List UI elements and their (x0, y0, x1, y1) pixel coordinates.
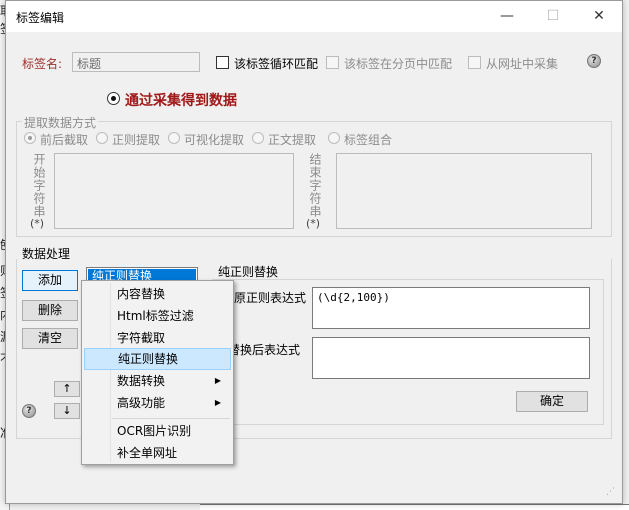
extract-option-label: 正文提取 (268, 133, 317, 147)
menu-item-data-convert[interactable]: 数据转换 ▶ (84, 370, 231, 392)
move-down-button[interactable]: ↓ (54, 403, 80, 419)
minimize-button[interactable]: — (484, 5, 530, 27)
clear-button[interactable]: 清空 (22, 328, 78, 349)
source-regex-value: (\d{2,100}) (317, 291, 390, 304)
submenu-arrow-icon: ▶ (214, 376, 221, 385)
replace-regex-label: 替换后表达式 (228, 343, 301, 357)
extract-option-radio (96, 132, 108, 144)
extract-option-radio (328, 132, 340, 144)
end-required-mark: (*) (306, 217, 321, 230)
menu-item-content-replace[interactable]: 内容替换 (84, 283, 231, 305)
extract-option-radio (252, 132, 264, 144)
help-icon[interactable]: ? (587, 54, 601, 68)
extract-option-label: 可视化提取 (184, 133, 245, 147)
maximize-button: ☐ (546, 8, 560, 24)
menu-item-advanced[interactable]: 高级功能 ▶ (84, 392, 231, 414)
loop-match-label: 该标签循环匹配 (234, 57, 319, 71)
tag-name-value: 标题 (77, 57, 102, 71)
start-required-mark: (*) (30, 217, 45, 230)
delete-button[interactable]: 删除 (22, 300, 78, 321)
end-string-text: 结束字符串 (308, 153, 322, 218)
end-string-label: 结束字符串 (308, 153, 322, 218)
source-regex-input[interactable]: (\d{2,100}) (312, 287, 590, 329)
paging-match-label: 该标签在分页中匹配 (344, 57, 453, 71)
tag-name-label: 标签名: (22, 57, 63, 71)
title-bar: 标签编辑 — ☐ ✕ (6, 1, 622, 32)
dialog-title: 标签编辑 (16, 11, 65, 25)
resize-grip-icon[interactable]: ⋰ (606, 488, 618, 501)
menu-item-ocr[interactable]: OCR图片识别 (84, 420, 231, 442)
extract-option-label: 正则提取 (112, 133, 161, 147)
from-url-label: 从网址中采集 (486, 57, 559, 71)
add-button[interactable]: 添加 (22, 270, 78, 291)
replace-regex-input[interactable] (312, 337, 590, 379)
collect-radio-label: 通过采集得到数据 (125, 93, 237, 109)
move-up-button[interactable]: ↑ (54, 381, 80, 397)
menu-item-label: 数据转换 (117, 374, 166, 388)
close-button[interactable]: ✕ (576, 5, 622, 27)
extract-option-label: 前后截取 (40, 133, 89, 147)
from-url-checkbox (468, 56, 481, 69)
start-string-text: 开始字符串 (32, 153, 46, 218)
menu-separator (112, 418, 230, 419)
source-regex-label: 原正则表达式 (234, 291, 307, 305)
menu-item-regex-replace[interactable]: 纯正则替换 (84, 348, 231, 370)
paging-match-checkbox (326, 56, 339, 69)
collect-radio[interactable] (107, 92, 120, 105)
regex-group-label: 纯正则替换 (218, 265, 279, 279)
context-menu: 内容替换 Html标签过滤 字符截取 纯正则替换 数据转换 ▶ 高级功能 ▶ O… (81, 280, 234, 465)
menu-item-label: 高级功能 (117, 396, 166, 410)
menu-item-html-filter[interactable]: Html标签过滤 (84, 305, 231, 327)
loop-match-checkbox[interactable] (216, 56, 229, 69)
start-string-label: 开始字符串 (32, 153, 46, 218)
confirm-button[interactable]: 确定 (516, 391, 588, 412)
extract-option-radio (168, 132, 180, 144)
submenu-arrow-icon: ▶ (214, 398, 221, 407)
help-icon[interactable]: ? (22, 404, 36, 418)
menu-item-complete-url[interactable]: 补全单网址 (84, 442, 231, 464)
tag-name-input[interactable]: 标题 (72, 52, 200, 72)
start-string-input (54, 153, 294, 229)
background-panel (200, 504, 629, 510)
extract-option-radio (24, 132, 36, 144)
menu-item-substring[interactable]: 字符截取 (84, 327, 231, 349)
end-string-input (336, 153, 592, 229)
extract-option-label: 标签组合 (344, 133, 393, 147)
extract-group-label: 提取数据方式 (22, 114, 99, 131)
